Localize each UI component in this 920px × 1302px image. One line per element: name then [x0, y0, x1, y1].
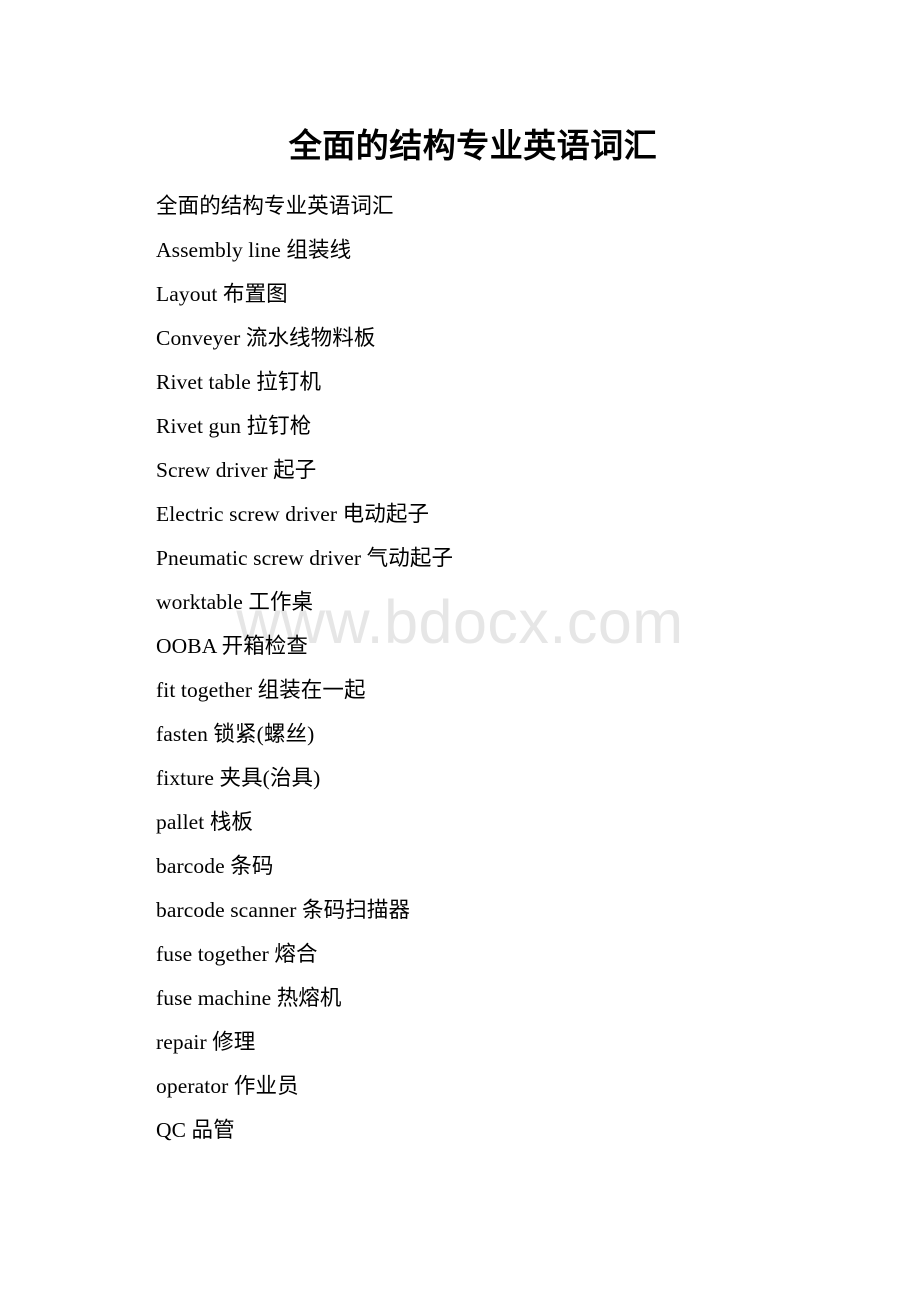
document-page: www.bdocx.com 全面的结构专业英语词汇 全面的结构专业英语词汇 As… [0, 0, 920, 1302]
paragraph: Rivet table 拉钉机 [156, 369, 322, 394]
paragraph: fixture 夹具(治具) [156, 765, 321, 790]
page-title: 全面的结构专业英语词汇 [288, 129, 658, 165]
paragraph: Conveyer 流水线物料板 [156, 325, 376, 350]
paragraph: barcode scanner 条码扫描器 [156, 897, 411, 922]
paragraph: Assembly line 组装线 [156, 237, 352, 262]
document-body: 全面的结构专业英语词汇 全面的结构专业英语词汇 Assembly line 组装… [156, 126, 776, 1152]
paragraph: fit together 组装在一起 [156, 677, 366, 702]
paragraph: operator 作业员 [156, 1073, 299, 1098]
paragraph: OOBA 开箱检查 [156, 633, 309, 658]
paragraph: barcode 条码 [156, 853, 274, 878]
paragraph: Electric screw driver 电动起子 [156, 501, 430, 526]
paragraph: QC 品管 [156, 1117, 235, 1142]
paragraph: pallet 栈板 [156, 809, 254, 834]
paragraph: 全面的结构专业英语词汇 [156, 193, 394, 218]
paragraph: fuse machine 热熔机 [156, 985, 342, 1010]
paragraph: fuse together 熔合 [156, 941, 318, 966]
paragraph: Layout 布置图 [156, 281, 288, 306]
paragraph: worktable 工作桌 [156, 589, 314, 614]
paragraph: Screw driver 起子 [156, 457, 317, 482]
paragraph: Rivet gun 拉钉枪 [156, 413, 312, 438]
paragraph: repair 修理 [156, 1029, 256, 1054]
paragraph: Pneumatic screw driver 气动起子 [156, 545, 454, 570]
paragraph: fasten 锁紧(螺丝) [156, 721, 315, 746]
